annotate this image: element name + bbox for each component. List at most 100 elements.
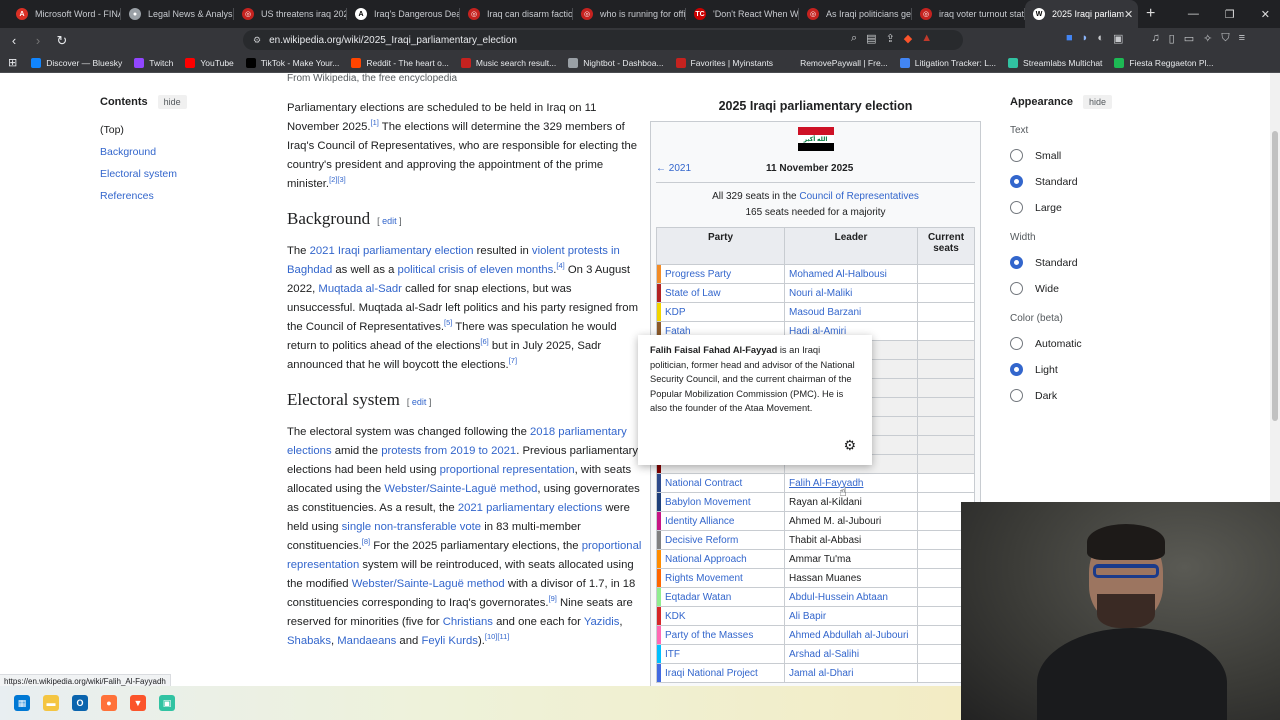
browser-tab[interactable]: A Iraq's Dangerous Deal (347, 0, 460, 28)
article-link[interactable]: 2021 Iraqi parliamentary election (310, 245, 474, 257)
toc-item-references[interactable]: References (100, 190, 270, 202)
music-icon[interactable]: ♫ (1151, 32, 1159, 45)
ref-link[interactable]: [10][11] (485, 632, 509, 641)
radio-icon[interactable] (1010, 389, 1023, 402)
browser-tab[interactable]: TC 'Don't React When We (686, 0, 799, 28)
party-leader[interactable]: Falih Al-Fayyadh (784, 473, 918, 493)
menu-icon[interactable]: ≡ (1239, 32, 1245, 45)
article-link[interactable]: proportional representation (440, 464, 575, 476)
previous-election-link[interactable]: ← 2021 (656, 163, 766, 174)
browser-tab[interactable]: A Microsoft Word - FINA (8, 0, 121, 28)
article-link[interactable]: Yazidis (584, 616, 620, 628)
party-leader[interactable]: Arshad al-Salihi (784, 644, 918, 664)
zoom-icon[interactable]: ⌕ (851, 32, 857, 45)
brave-rewards-icon[interactable]: ▲ (921, 32, 932, 45)
party-name[interactable]: State of Law (656, 283, 785, 303)
ref-link[interactable]: [1] (371, 118, 379, 127)
reload-icon[interactable]: ↻ (52, 33, 72, 49)
bookmark-item[interactable]: Nightbot - Dashboa... (568, 57, 664, 68)
outlook-icon[interactable]: O (72, 695, 88, 711)
article-link[interactable]: Christians (443, 616, 493, 628)
party-name[interactable]: Identity Alliance (656, 511, 785, 531)
new-tab-button[interactable]: + (1138, 5, 1163, 23)
radio-icon[interactable] (1010, 282, 1023, 295)
ref-link[interactable]: [8] (362, 537, 370, 546)
color-option-automatic[interactable]: Automatic (1010, 337, 1200, 350)
color-option-light[interactable]: Light (1010, 363, 1200, 376)
shield-icon[interactable]: ⛉ (1221, 32, 1229, 45)
bookmark-item[interactable]: Reddit - The heart o... (351, 57, 449, 68)
article-link[interactable]: Muqtada al-Sadr (318, 283, 402, 295)
party-name[interactable]: Eqtadar Watan (656, 587, 785, 607)
ref-link[interactable]: [6] (480, 337, 488, 346)
radio-icon[interactable] (1010, 256, 1023, 269)
bookmark-item[interactable]: Litigation Tracker: L... (899, 57, 996, 68)
party-name[interactable]: National Approach (656, 549, 785, 569)
party-name[interactable]: National Contract (656, 473, 785, 493)
close-tab-icon[interactable]: ✕ (1124, 8, 1133, 21)
browser-tab[interactable]: ◎ US threatens iraq 2025 (234, 0, 347, 28)
radio-icon[interactable] (1010, 201, 1023, 214)
party-name[interactable]: KDP (656, 302, 785, 322)
article-link[interactable]: Mandaeans (337, 635, 396, 647)
party-leader[interactable]: Ali Bapir (784, 606, 918, 626)
radio-icon[interactable] (1010, 363, 1023, 376)
edit-link[interactable]: edit (382, 216, 397, 226)
extension-2-icon[interactable]: ◗ (1082, 32, 1089, 45)
appearance-hide-button[interactable]: hide (1082, 95, 1112, 109)
windows-start-icon[interactable]: ▦ (14, 695, 30, 711)
article-link[interactable]: political crisis of eleven months (398, 264, 554, 276)
color-option-dark[interactable]: Dark (1010, 389, 1200, 402)
bookmark-item[interactable]: Music search result... (460, 57, 556, 68)
party-leader[interactable]: Mohamed Al-Halbousi (784, 264, 918, 284)
brave-shields-icon[interactable]: ◆ (904, 32, 912, 45)
article-link[interactable]: Webster/Sainte-Laguë method (384, 483, 537, 495)
bookmark-item[interactable]: Favorites | Myinstants (675, 57, 773, 68)
back-icon[interactable]: ‹ (4, 33, 24, 48)
site-info-icon[interactable]: ⚙ (253, 35, 261, 46)
party-leader[interactable]: Nouri al-Maliki (784, 283, 918, 303)
extension-1-icon[interactable]: ■ (1066, 32, 1073, 45)
browser-tab[interactable]: ◎ iraq voter turnout stat (912, 0, 1025, 28)
apps-icon[interactable]: ⊞ (8, 56, 17, 69)
restore-icon[interactable]: ❐ (1225, 8, 1235, 21)
party-leader[interactable]: Abdul-Hussein Abtaan (784, 587, 918, 607)
close-window-icon[interactable]: ✕ (1261, 8, 1270, 21)
browser-tab[interactable]: ● Legal News & Analysis (121, 0, 234, 28)
wallet-icon[interactable]: ▭ (1184, 32, 1194, 45)
bookmark-item[interactable]: Discover — Bluesky (31, 57, 122, 68)
bookmark-item[interactable]: Streamlabs Multichat (1008, 57, 1102, 68)
party-leader[interactable]: Masoud Barzani (784, 302, 918, 322)
toc-item-background[interactable]: Background (100, 146, 270, 158)
firefox-icon[interactable]: ● (101, 695, 117, 711)
browser-tab[interactable]: W 2025 Iraqi parliam ✕ (1025, 0, 1138, 28)
party-name[interactable]: Rights Movement (656, 568, 785, 588)
radio-icon[interactable] (1010, 337, 1023, 350)
text-size-option-large[interactable]: Large (1010, 201, 1200, 214)
party-name[interactable]: ITF (656, 644, 785, 664)
bookmark-item[interactable]: YouTube (185, 57, 234, 68)
edit-link[interactable]: edit (412, 397, 427, 407)
article-link[interactable]: Feyli Kurds (421, 635, 478, 647)
toc-item-top[interactable]: (Top) (100, 124, 270, 136)
party-name[interactable]: Babylon Movement (656, 492, 785, 512)
council-link[interactable]: Council of Representatives (799, 191, 919, 202)
party-name[interactable]: Decisive Reform (656, 530, 785, 550)
extension-3-icon[interactable]: ◐ (1097, 32, 1104, 45)
forward-icon[interactable]: › (28, 33, 48, 48)
ref-link[interactable]: [7] (509, 356, 517, 365)
text-size-option-small[interactable]: Small (1010, 149, 1200, 162)
gear-icon[interactable]: ⚙ (843, 438, 856, 453)
article-link[interactable]: 2021 parliamentary elections (458, 502, 602, 514)
reader-icon[interactable]: ▤ (866, 32, 876, 45)
streamlabs-icon[interactable]: ▣ (159, 695, 175, 711)
bookmark-item[interactable]: Fiesta Reggaeton Pl... (1114, 57, 1214, 68)
scrollbar-thumb[interactable] (1272, 131, 1278, 421)
text-size-option-standard[interactable]: Standard (1010, 175, 1200, 188)
party-leader[interactable]: Ahmed Abdullah al-Jubouri (784, 625, 918, 645)
width-option-wide[interactable]: Wide (1010, 282, 1200, 295)
ref-link[interactable]: [2][3] (329, 175, 346, 184)
party-name[interactable]: Iraqi National Project (656, 663, 785, 683)
browser-tab[interactable]: ◎ Iraq can disarm faction (460, 0, 573, 28)
party-name[interactable]: KDK (656, 606, 785, 626)
